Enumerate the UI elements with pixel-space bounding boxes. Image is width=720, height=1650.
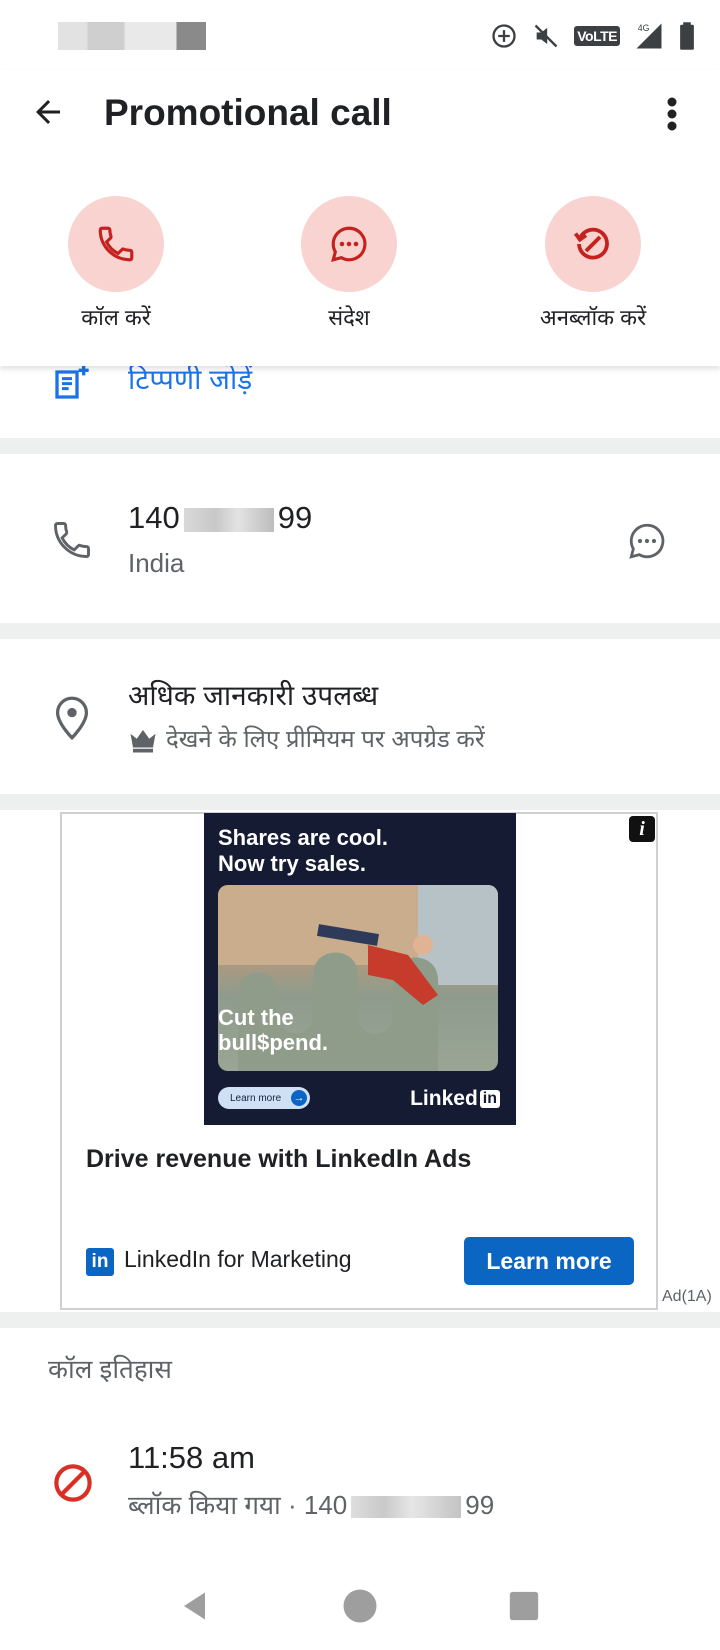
battery-icon xyxy=(680,22,694,50)
ad-advertiser[interactable]: LinkedIn for Marketing xyxy=(124,1246,352,1273)
more-vert-icon xyxy=(667,97,677,131)
volte-badge: VoLTE xyxy=(574,26,620,46)
call-history-status: ब्लॉक किया गया · 140 99 xyxy=(128,1486,494,1522)
unblock-action-circle xyxy=(545,196,641,292)
linkedin-logo: Linked in xyxy=(410,1087,500,1111)
call-action-button[interactable]: कॉल करें xyxy=(31,196,201,332)
call-history-title: कॉल इतिहास xyxy=(48,1354,172,1384)
message-action-label: संदेश xyxy=(328,305,370,330)
more-options-button[interactable] xyxy=(654,92,690,136)
send-message-button[interactable] xyxy=(626,520,668,567)
crown-icon xyxy=(128,726,158,759)
call-action-circle xyxy=(68,196,164,292)
section-divider xyxy=(0,438,720,454)
back-arrow-icon xyxy=(36,100,60,124)
section-divider xyxy=(0,623,720,639)
creative-headline-line-1: Shares are cool. xyxy=(218,825,388,850)
linkedin-icon: in xyxy=(86,1248,114,1276)
ad-info-icon[interactable]: i xyxy=(629,816,655,842)
creative-learn-more: Learn more → xyxy=(218,1087,310,1109)
nav-recents-icon xyxy=(509,1591,539,1621)
phone-icon xyxy=(98,226,134,262)
message-action-button[interactable]: संदेश xyxy=(264,196,434,332)
upgrade-premium-link[interactable]: देखने के लिए प्रीमियम पर अपग्रेड करें xyxy=(166,722,485,755)
section-divider xyxy=(0,1312,720,1328)
data-saver-icon xyxy=(492,24,516,48)
message-icon xyxy=(629,523,665,559)
learn-more-button[interactable]: Learn more xyxy=(464,1237,634,1285)
network-label: 4G xyxy=(638,23,650,33)
back-button[interactable] xyxy=(26,90,70,134)
nav-home-icon xyxy=(343,1589,377,1623)
nav-back-button[interactable] xyxy=(176,1586,216,1626)
unblock-icon xyxy=(573,227,609,260)
phone-country: India xyxy=(128,548,185,578)
phone-number-prefix: 140 xyxy=(128,500,180,535)
message-icon xyxy=(331,226,367,262)
creative-tagline: Cut the bull$pend. xyxy=(218,1005,328,1055)
ad-label: Ad(1A) xyxy=(662,1288,712,1305)
creative-tagline-line-2: bull$pend. xyxy=(218,1030,328,1055)
phone-number-suffix: 99 xyxy=(277,500,313,535)
linkedin-logo-in: in xyxy=(479,1090,500,1108)
phone-number-redacted xyxy=(351,1496,462,1519)
page-title: Promotional call xyxy=(104,92,392,133)
arrow-right-icon: → xyxy=(291,1090,307,1106)
creative-learn-more-label: Learn more xyxy=(230,1092,282,1104)
call-history-time[interactable]: 11:58 am xyxy=(128,1440,255,1476)
signal-icon: 4G xyxy=(636,23,662,49)
status-icons: VoLTE 4G xyxy=(490,20,696,52)
nav-back-icon xyxy=(184,1592,205,1620)
creative-headline-line-2: Now try sales. xyxy=(218,851,366,876)
call-history-status-text: ब्लॉक किया गया · 140 xyxy=(128,1490,348,1520)
nav-home-button[interactable] xyxy=(340,1586,380,1626)
more-info-title: अधिक जानकारी उपलब्ध xyxy=(128,680,379,711)
unblock-action-button[interactable]: अनब्लॉक करें xyxy=(508,196,678,332)
ad-creative-image[interactable]: Shares are cool. Now try sales. Cut the … xyxy=(204,813,516,1125)
phone-number[interactable]: 140 99 xyxy=(128,500,312,536)
call-history-number-suffix: 99 xyxy=(465,1490,495,1520)
blocked-icon xyxy=(52,1462,94,1509)
creative-headline: Shares are cool. Now try sales. xyxy=(218,825,498,877)
phone-number-redacted xyxy=(183,507,274,532)
ad-headline[interactable]: Drive revenue with LinkedIn Ads xyxy=(86,1145,471,1174)
creative-tagline-line-1: Cut the xyxy=(218,1005,294,1030)
nav-recents-button[interactable] xyxy=(504,1586,544,1626)
section-divider xyxy=(0,794,720,810)
unblock-action-label: अनब्लॉक करें xyxy=(539,305,647,330)
carrier-redacted xyxy=(58,22,206,50)
phone-number-icon xyxy=(50,518,94,567)
note-add-icon xyxy=(52,362,92,407)
call-action-label: कॉल करें xyxy=(81,305,151,330)
mute-icon xyxy=(534,24,558,48)
linkedin-logo-text: Linked xyxy=(410,1087,478,1110)
message-action-circle xyxy=(301,196,397,292)
location-pin-icon xyxy=(54,696,90,745)
